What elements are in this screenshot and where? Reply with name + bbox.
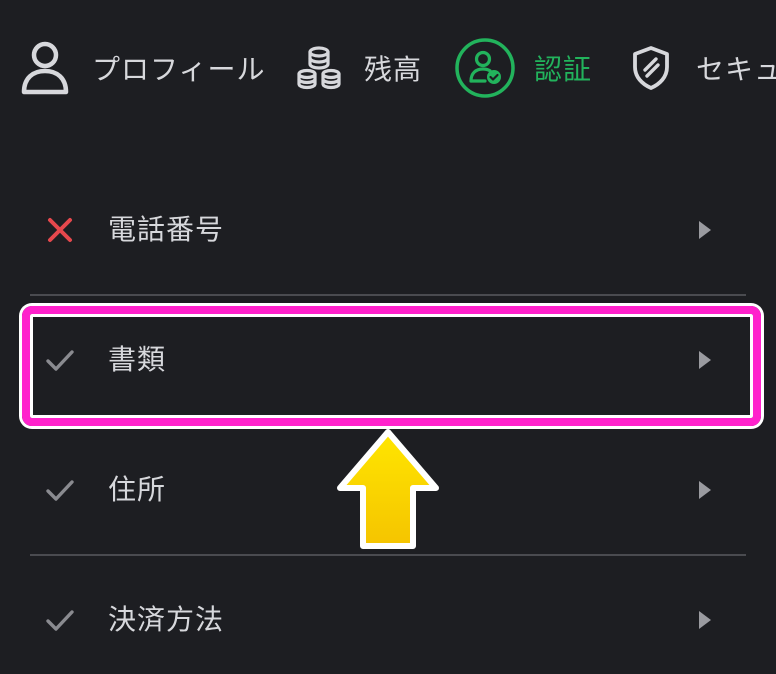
divider	[30, 554, 746, 556]
tab-security-label: セキュ	[696, 53, 776, 86]
chevron-right-icon	[698, 350, 712, 370]
verification-item-phone[interactable]: 電話番号	[30, 170, 746, 290]
verification-item-address[interactable]: 住所	[30, 430, 746, 550]
divider	[30, 424, 746, 426]
check-icon	[44, 474, 76, 506]
verification-item-label: 住所	[108, 473, 167, 506]
tab-verification-label: 認証	[534, 53, 593, 86]
chevron-right-icon	[698, 610, 712, 630]
verification-item-documents[interactable]: 書類	[30, 300, 746, 420]
tab-profile[interactable]: プロフィール	[20, 38, 265, 98]
tab-profile-label: プロフィール	[92, 53, 266, 86]
verification-page: プロフィール 残高 認証 セキュ 電話番号 書類 住所 決済方法	[0, 0, 776, 674]
tab-security[interactable]: セキュ	[630, 38, 776, 98]
verification-item-label: 書類	[108, 343, 167, 376]
cross-icon	[44, 214, 76, 246]
divider	[30, 294, 746, 296]
verification-item-label: 電話番号	[108, 213, 225, 246]
verified-user-icon	[454, 37, 516, 99]
verification-item-payment-method[interactable]: 決済方法	[30, 560, 746, 674]
chevron-right-icon	[698, 220, 712, 240]
check-icon	[44, 344, 76, 376]
shield-icon	[630, 45, 672, 91]
check-icon	[44, 604, 76, 636]
top-navigation: プロフィール 残高 認証 セキュ	[0, 0, 776, 134]
chevron-right-icon	[698, 480, 712, 500]
coins-icon	[296, 45, 342, 91]
verification-item-label: 決済方法	[108, 603, 225, 636]
person-icon	[20, 40, 70, 96]
tab-balance[interactable]: 残高	[296, 38, 422, 98]
tab-verification[interactable]: 認証	[454, 38, 592, 98]
tab-balance-label: 残高	[364, 53, 423, 86]
